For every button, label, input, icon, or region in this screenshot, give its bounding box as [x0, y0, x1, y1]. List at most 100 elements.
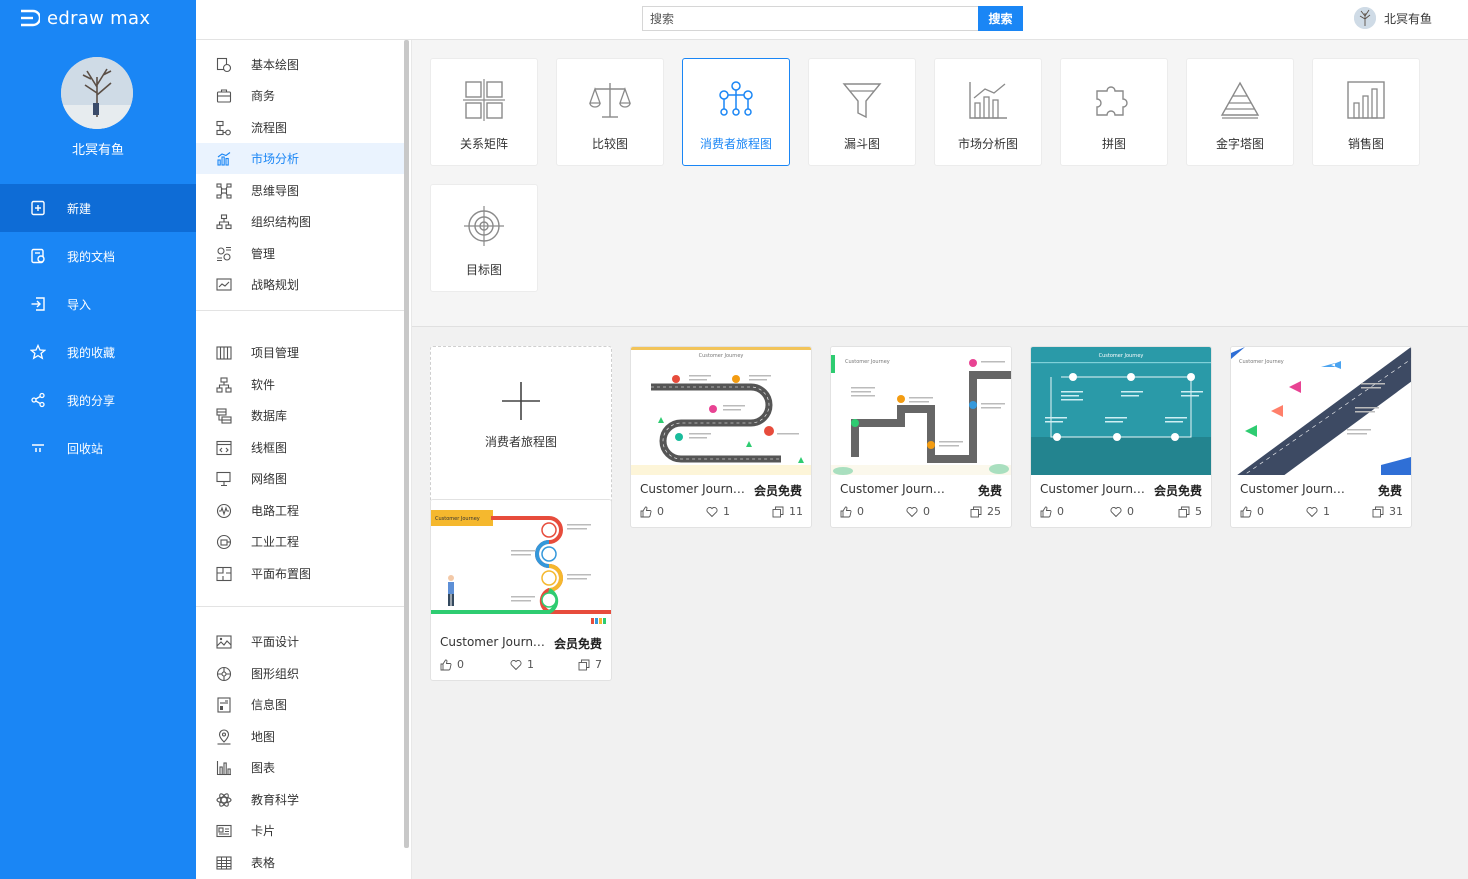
category-graphic-organizer[interactable]: 图形组织: [196, 658, 404, 689]
category-management[interactable]: 管理: [196, 238, 404, 269]
type-label: 漏斗图: [843, 137, 880, 151]
category-graphic-design[interactable]: 平面设计: [196, 626, 404, 657]
type-sales[interactable]: 销售图: [1312, 58, 1420, 166]
copies[interactable]: 5: [1178, 505, 1202, 518]
category-strategy[interactable]: 战略规划: [196, 269, 404, 300]
copies[interactable]: 31: [1372, 505, 1403, 518]
likes[interactable]: 0: [1040, 505, 1064, 518]
likes[interactable]: 0: [440, 658, 464, 671]
nav-favorites[interactable]: 我的收藏: [0, 328, 196, 376]
favorites-count: 0: [1127, 505, 1134, 518]
category-table[interactable]: 表格: [196, 847, 404, 878]
nav-share[interactable]: 我的分享: [0, 376, 196, 424]
favorites-count: 1: [1323, 505, 1330, 518]
journey-map-icon: [719, 81, 753, 116]
nav-new[interactable]: 新建: [0, 184, 196, 232]
template-card[interactable]: Customer Journey Customer Journey Map 2 …: [830, 346, 1012, 528]
search-button[interactable]: 搜索: [978, 6, 1023, 31]
likes[interactable]: 0: [640, 505, 664, 518]
atom-icon: [216, 792, 232, 807]
nav-import[interactable]: 导入: [0, 280, 196, 328]
template-card[interactable]: Customer Journey Customer Journey Map 4 …: [1230, 346, 1412, 528]
favorites-count: 0: [923, 505, 930, 518]
wireframe-icon: [216, 440, 232, 455]
bar-chart-icon: [217, 151, 231, 166]
industrial-icon: [216, 534, 232, 549]
copies[interactable]: 11: [772, 505, 803, 518]
mind-map-icon: [216, 182, 232, 199]
template-stats: 0 0 25: [840, 505, 1002, 521]
template-title: Customer Journey Map 4: [1240, 482, 1350, 496]
type-label: 金字塔图: [1215, 137, 1264, 151]
favorites[interactable]: 1: [1306, 505, 1330, 518]
category-network[interactable]: 网络图: [196, 463, 404, 494]
category-map[interactable]: 地图: [196, 721, 404, 752]
copy-icon: [578, 659, 590, 670]
copies[interactable]: 25: [970, 505, 1001, 518]
category-card[interactable]: 卡片: [196, 815, 404, 846]
category-mind-map[interactable]: 思维导图: [196, 175, 404, 206]
category-scrollbar[interactable]: [404, 40, 409, 848]
template-thumbnail: Customer Journey: [831, 347, 1011, 475]
category-wireframe[interactable]: 线框图: [196, 432, 404, 463]
type-comparison[interactable]: 比较图: [556, 58, 664, 166]
thumbs-up-icon: [640, 506, 652, 517]
category-org-chart[interactable]: 组织结构图: [196, 206, 404, 237]
diagram-type-area: 关系矩阵 比较图 消费者旅程图 漏斗图 市场分析图 拼图 金字塔图 销售图 目标…: [412, 40, 1468, 327]
matrix-icon: [463, 79, 505, 121]
category-market-analysis[interactable]: 市场分析: [196, 143, 404, 174]
category-infographic[interactable]: 信息图: [196, 689, 404, 720]
search-input[interactable]: [642, 6, 978, 31]
user-menu[interactable]: 北冥有鱼: [1354, 7, 1432, 29]
user-avatar[interactable]: [61, 57, 133, 129]
template-title: Customer Journey Map 1: [640, 482, 750, 496]
favorites[interactable]: 1: [706, 505, 730, 518]
template-badge: 会员免费: [1153, 484, 1202, 498]
app-logo[interactable]: edraw max: [18, 6, 150, 30]
favorites[interactable]: 1: [510, 658, 534, 671]
type-relationship-matrix[interactable]: 关系矩阵: [430, 58, 538, 166]
copy-icon: [1372, 506, 1384, 517]
nav-label: 我的文档: [67, 249, 116, 264]
category-database[interactable]: 数据库: [196, 400, 404, 431]
trash-icon: [32, 444, 44, 452]
category-industrial[interactable]: 工业工程: [196, 526, 404, 557]
nav-my-documents[interactable]: 我的文档: [0, 232, 196, 280]
type-label: 市场分析图: [957, 137, 1018, 151]
network-icon: [216, 471, 231, 486]
category-label: 信息图: [251, 698, 288, 712]
category-project-management[interactable]: 项目管理: [196, 337, 404, 368]
type-target[interactable]: 目标图: [430, 184, 538, 292]
template-card[interactable]: Customer Journey Customer Journey Map 3 …: [1030, 346, 1212, 528]
copies[interactable]: 7: [578, 658, 602, 671]
template-card[interactable]: Customer Journey Customer Journey Map 1 …: [630, 346, 812, 528]
category-software[interactable]: 软件: [196, 369, 404, 400]
card-icon: [216, 824, 232, 837]
copy-icon: [772, 506, 784, 517]
type-customer-journey[interactable]: 消费者旅程图: [682, 58, 790, 166]
category-basic-drawing[interactable]: 基本绘图: [196, 49, 404, 80]
category-flowchart[interactable]: 流程图: [196, 112, 404, 143]
type-puzzle[interactable]: 拼图: [1060, 58, 1168, 166]
category-floor-plan[interactable]: 平面布置图: [196, 558, 404, 589]
template-thumbnail: Customer Journey: [1231, 347, 1411, 475]
flowchart-icon: [216, 120, 231, 135]
category-circuit[interactable]: 电路工程: [196, 495, 404, 526]
category-business[interactable]: 商务: [196, 80, 404, 111]
template-title: Customer Journey Map 2: [840, 482, 950, 496]
favorites[interactable]: 0: [906, 505, 930, 518]
likes[interactable]: 0: [1240, 505, 1264, 518]
type-pyramid[interactable]: 金字塔图: [1186, 58, 1294, 166]
type-funnel[interactable]: 漏斗图: [808, 58, 916, 166]
category-charts[interactable]: 图表: [196, 752, 404, 783]
edraw-logo-icon: [21, 9, 40, 27]
template-card[interactable]: Customer Journey Customer Journey Map 5 …: [430, 499, 612, 681]
project-icon: [216, 345, 232, 360]
plus-icon: [502, 382, 540, 420]
likes[interactable]: 0: [840, 505, 864, 518]
type-market-analysis[interactable]: 市场分析图: [934, 58, 1042, 166]
template-thumbnail: Customer Journey: [1031, 347, 1211, 475]
nav-recycle-bin[interactable]: 回收站: [0, 424, 196, 472]
favorites[interactable]: 0: [1110, 505, 1134, 518]
category-education-science[interactable]: 教育科学: [196, 784, 404, 815]
